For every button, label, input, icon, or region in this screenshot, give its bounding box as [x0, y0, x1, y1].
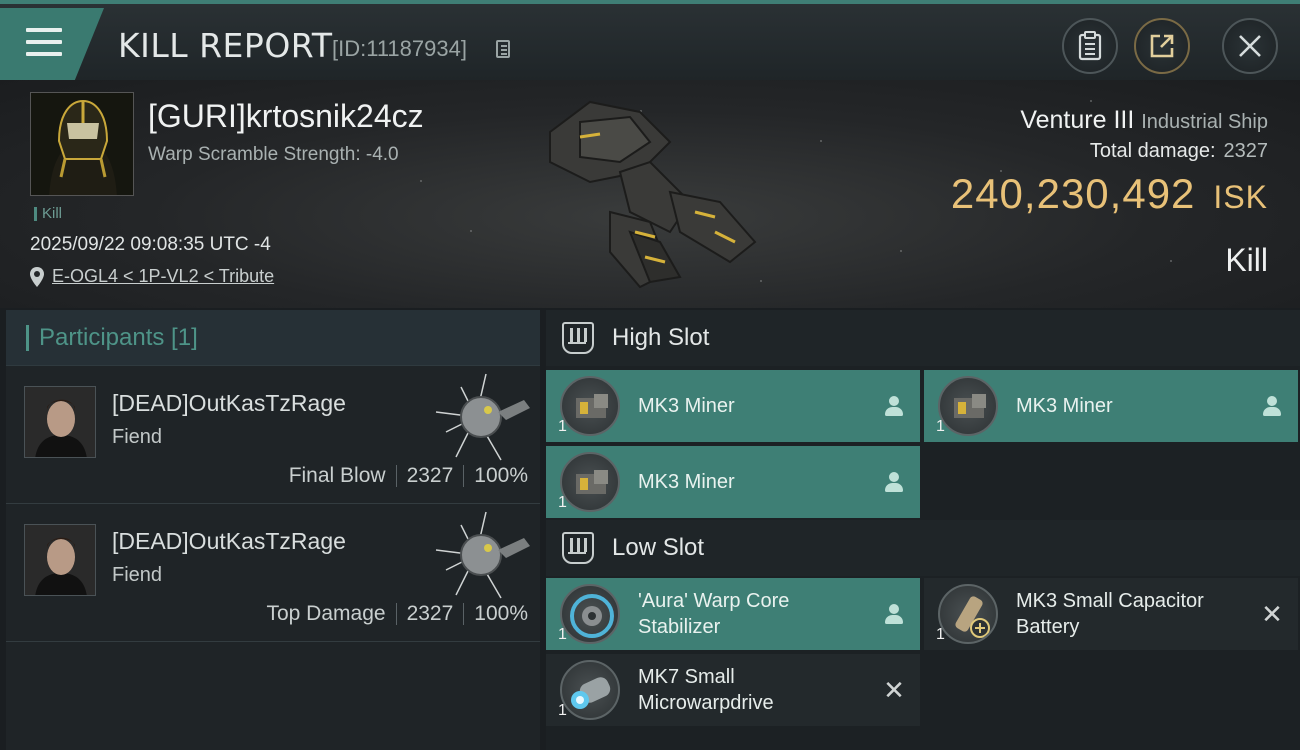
pilot-avatar	[24, 524, 96, 596]
pilot-portrait-icon	[25, 387, 95, 457]
module-item[interactable]: 1 MK3 Small Capacitor Battery ✕	[924, 578, 1298, 650]
top-bar: KILL REPORT [ID:11187934]	[0, 0, 1300, 80]
pilot-avatar	[24, 386, 96, 458]
share-button[interactable]	[1134, 18, 1190, 74]
victim-ship[interactable]: Venture III Industrial Ship	[1020, 106, 1268, 135]
low-slot-header: Low Slot	[546, 520, 1300, 576]
module-name: MK3 Small Capacitor Battery	[1016, 590, 1204, 638]
miner-module-icon	[560, 452, 620, 512]
helmet-portrait-icon	[31, 93, 133, 195]
module-name: MK3 Miner	[1016, 395, 1113, 417]
participant-stats: Final Blow 2327 100%	[289, 464, 528, 488]
victim-name[interactable]: [GURI]krtosnik24cz	[148, 98, 424, 135]
location-pin-icon	[30, 266, 44, 287]
hamburger-icon	[26, 28, 62, 64]
isk-amount: 240,230,492	[950, 170, 1196, 217]
module-quantity: 1	[558, 418, 567, 435]
victim-avatar[interactable]	[30, 92, 134, 196]
pilot-portrait-icon	[25, 525, 95, 595]
location-text: E-OGL4 < 1P-VL2 < Tribute	[52, 266, 275, 286]
total-damage-label: Total damage:	[1089, 140, 1216, 162]
low-slot-icon	[562, 532, 594, 564]
destroyed-x-icon: ✕	[883, 675, 905, 705]
isk-value: 240,230,492 ISK	[951, 170, 1268, 218]
total-damage: Total damage: 2327	[1090, 140, 1268, 163]
participant-row[interactable]: [DEAD]OutKasTzRage Fiend Final Blow 2327…	[6, 366, 540, 504]
copy-icon[interactable]	[496, 40, 510, 58]
participant-damage: 2327	[406, 464, 454, 487]
capacitor-battery-icon	[938, 584, 998, 644]
participant-percent: 100%	[474, 464, 528, 487]
venture-ship-image	[549, 100, 757, 289]
participant-name: [DEAD]OutKasTzRage	[112, 528, 346, 554]
report-result: Kill	[1225, 242, 1268, 278]
participant-role: Top Damage	[266, 602, 386, 625]
module-item[interactable]: 1 MK3 Miner	[546, 446, 920, 518]
module-item[interactable]: 1 'Aura' Warp Core Stabilizer	[546, 578, 920, 650]
location-link[interactable]: E-OGL4 < 1P-VL2 < Tribute	[30, 266, 274, 287]
fitting-panel: High Slot 1 MK3 Miner 1 MK3 Miner 1 MK3 …	[546, 310, 1300, 750]
accent-bar	[26, 324, 29, 351]
fiend-ship-icon	[435, 511, 530, 599]
fiend-ship-icon	[435, 373, 530, 461]
share-icon	[1150, 34, 1174, 58]
high-slot-header: High Slot	[546, 310, 1300, 366]
miner-module-icon	[938, 376, 998, 436]
clipboard-icon	[1078, 31, 1102, 61]
close-button[interactable]	[1222, 18, 1278, 74]
ship-name: Venture III	[1020, 106, 1135, 134]
low-slot-title: Low Slot	[612, 534, 705, 561]
module-item[interactable]: 1 MK3 Miner	[924, 370, 1298, 442]
participants-title: Participants [1]	[39, 323, 198, 351]
module-name: MK3 Miner	[638, 395, 735, 417]
participant-percent: 100%	[474, 602, 528, 625]
participant-role: Final Blow	[288, 464, 386, 487]
participants-header: Participants [1]	[6, 310, 540, 366]
module-quantity: 1	[936, 626, 945, 643]
kill-id: [ID:11187934]	[332, 36, 467, 61]
participant-name: [DEAD]OutKasTzRage	[112, 390, 346, 416]
pilot-icon	[1260, 394, 1284, 418]
menu-button[interactable]	[0, 8, 104, 80]
participant-ship: Fiend	[112, 564, 163, 586]
module-name: MK3 Miner	[638, 471, 735, 493]
warp-scramble-strength: Warp Scramble Strength: -4.0	[148, 144, 399, 165]
kill-tag: Kill	[34, 206, 62, 221]
pilot-icon	[882, 602, 906, 626]
participant-ship: Fiend	[112, 426, 163, 448]
victim-banner: [GURI]krtosnik24cz Warp Scramble Strengt…	[0, 80, 1300, 308]
participant-row[interactable]: [DEAD]OutKasTzRage Fiend Top Damage 2327…	[6, 504, 540, 642]
module-quantity: 1	[558, 494, 567, 511]
module-quantity: 1	[936, 418, 945, 435]
clipboard-button[interactable]	[1062, 18, 1118, 74]
pilot-icon	[882, 394, 906, 418]
kill-timestamp: 2025/09/22 09:08:35 UTC -4	[30, 234, 271, 255]
participant-stats: Top Damage 2327 100%	[266, 602, 528, 626]
miner-module-icon	[560, 376, 620, 436]
module-name: MK7 Small Microwarpdrive	[638, 666, 774, 714]
participant-damage: 2327	[406, 602, 454, 625]
module-item[interactable]: 1 MK3 Miner	[546, 370, 920, 442]
pilot-icon	[882, 470, 906, 494]
warp-core-stabilizer-icon	[560, 584, 620, 644]
module-quantity: 1	[558, 702, 567, 719]
module-quantity: 1	[558, 626, 567, 643]
isk-unit: ISK	[1213, 179, 1268, 215]
destroyed-x-icon: ✕	[1261, 599, 1283, 629]
module-item[interactable]: 1 MK7 Small Microwarpdrive ✕	[546, 654, 920, 726]
high-slot-icon	[562, 322, 594, 354]
microwarpdrive-icon	[560, 660, 620, 720]
page-title: KILL REPORT	[118, 26, 333, 65]
ship-class: Industrial Ship	[1141, 111, 1268, 133]
high-slot-title: High Slot	[612, 324, 710, 351]
close-icon	[1239, 35, 1261, 57]
module-name: 'Aura' Warp Core Stabilizer	[638, 590, 790, 638]
participants-panel: Participants [1] [DEAD]OutKasTzRage Fien…	[6, 310, 540, 750]
total-damage-value: 2327	[1223, 140, 1269, 162]
